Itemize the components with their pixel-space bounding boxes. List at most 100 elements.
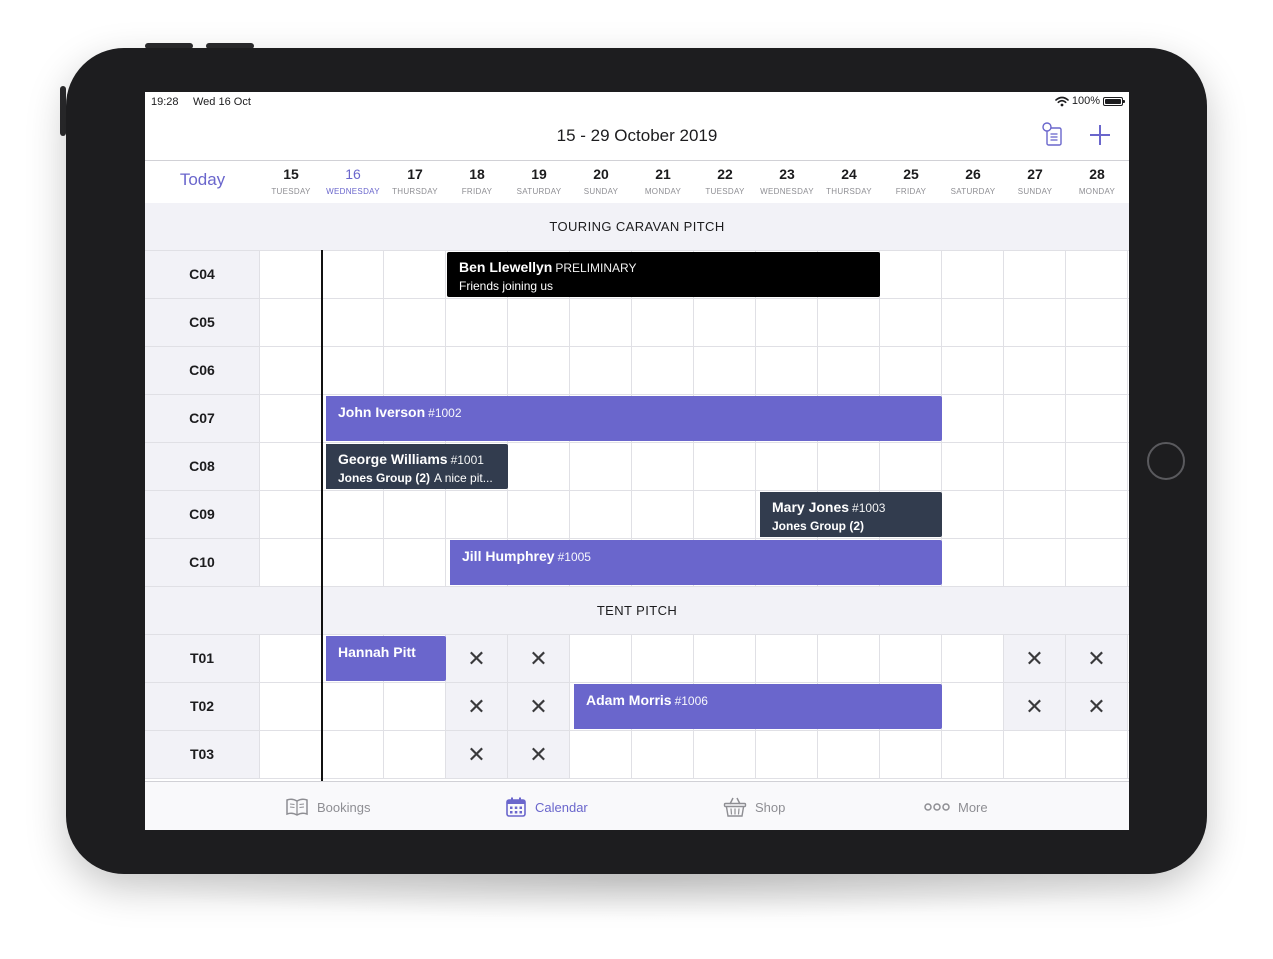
day-cell[interactable] [508, 347, 570, 394]
day-column-header[interactable]: 21 MONDAY [632, 161, 694, 203]
day-cell[interactable] [942, 635, 1004, 682]
day-cell[interactable] [446, 299, 508, 346]
day-cell[interactable] [1066, 443, 1128, 490]
day-cell[interactable] [260, 395, 322, 442]
booking-block[interactable]: Adam Morris #1006 [571, 684, 942, 729]
day-column-header[interactable]: 27 SUNDAY [1004, 161, 1066, 203]
day-cell[interactable] [260, 443, 322, 490]
day-cell[interactable] [818, 299, 880, 346]
day-cell[interactable] [942, 539, 1004, 586]
day-cell[interactable] [322, 251, 384, 298]
day-cell[interactable] [1004, 395, 1066, 442]
day-cell[interactable] [756, 731, 818, 778]
day-cell[interactable] [322, 299, 384, 346]
day-cell[interactable] [1004, 539, 1066, 586]
day-cell[interactable] [1004, 443, 1066, 490]
day-cell[interactable] [570, 443, 632, 490]
day-cell[interactable] [942, 731, 1004, 778]
day-column-header[interactable]: 26 SATURDAY [942, 161, 1004, 203]
day-cell[interactable] [570, 731, 632, 778]
day-cell[interactable] [632, 443, 694, 490]
pitch-label[interactable]: C09 [145, 491, 260, 538]
pitch-label[interactable]: C04 [145, 251, 260, 298]
day-cell[interactable] [818, 731, 880, 778]
booking-block[interactable]: Ben Llewellyn PRELIMINARY Friends joining … [447, 252, 880, 297]
day-column-header[interactable]: 18 FRIDAY [446, 161, 508, 203]
tab-more[interactable]: More [924, 795, 988, 819]
day-cell[interactable] [632, 299, 694, 346]
day-cell[interactable] [1004, 491, 1066, 538]
day-cell[interactable] [756, 635, 818, 682]
day-cell[interactable] [694, 635, 756, 682]
day-column-header[interactable]: 17 THURSDAY [384, 161, 446, 203]
day-cell[interactable] [694, 299, 756, 346]
day-cell[interactable] [818, 635, 880, 682]
day-cell[interactable] [1004, 251, 1066, 298]
booking-block[interactable]: Jill Humphrey #1005 [447, 540, 942, 585]
day-cell[interactable] [570, 299, 632, 346]
day-cell[interactable] [384, 251, 446, 298]
day-cell[interactable] [694, 443, 756, 490]
add-booking-button[interactable] [1087, 122, 1113, 148]
day-cell[interactable] [880, 731, 942, 778]
day-cell[interactable] [1004, 731, 1066, 778]
day-cell[interactable] [880, 635, 942, 682]
day-cell[interactable] [384, 299, 446, 346]
day-cell[interactable] [694, 347, 756, 394]
day-cell[interactable] [322, 347, 384, 394]
day-cell[interactable] [322, 683, 384, 730]
pitch-label[interactable]: T03 [145, 731, 260, 778]
day-cell[interactable] [260, 299, 322, 346]
day-column-header[interactable]: 16 WEDNESDAY [322, 161, 384, 203]
day-cell[interactable] [260, 539, 322, 586]
day-cell[interactable] [632, 491, 694, 538]
day-cell[interactable] [1004, 299, 1066, 346]
day-cell[interactable] [384, 491, 446, 538]
day-cell[interactable] [570, 635, 632, 682]
pitch-label[interactable]: T01 [145, 635, 260, 682]
day-cell[interactable] [508, 443, 570, 490]
day-cell[interactable] [384, 347, 446, 394]
day-cell[interactable] [1066, 299, 1128, 346]
day-cell[interactable] [632, 347, 694, 394]
day-column-header[interactable]: 28 MONDAY [1066, 161, 1128, 203]
day-cell[interactable] [384, 731, 446, 778]
day-cell[interactable] [694, 491, 756, 538]
day-column-header[interactable]: 19 SATURDAY [508, 161, 570, 203]
day-cell[interactable] [942, 395, 1004, 442]
day-cell[interactable] [694, 731, 756, 778]
day-cell[interactable] [384, 683, 446, 730]
day-cell[interactable] [632, 635, 694, 682]
day-cell[interactable] [446, 347, 508, 394]
booking-block[interactable]: George Williams #1001 Jones Group (2) A nic… [323, 444, 508, 489]
day-cell[interactable] [1066, 251, 1128, 298]
booking-block[interactable]: John Iverson #1002 [323, 396, 942, 441]
day-cell[interactable] [1066, 395, 1128, 442]
day-cell[interactable] [570, 347, 632, 394]
day-cell[interactable] [818, 347, 880, 394]
home-button[interactable] [1147, 442, 1185, 480]
day-cell[interactable] [756, 347, 818, 394]
day-cell[interactable] [880, 347, 942, 394]
day-cell[interactable] [1066, 539, 1128, 586]
tab-bookings[interactable]: Bookings [285, 795, 370, 819]
day-column-header[interactable]: 24 THURSDAY [818, 161, 880, 203]
day-cell[interactable] [384, 539, 446, 586]
day-cell[interactable] [570, 491, 632, 538]
day-cell[interactable] [756, 299, 818, 346]
day-cell[interactable] [880, 251, 942, 298]
day-cell[interactable] [260, 635, 322, 682]
tab-shop[interactable]: Shop [723, 795, 785, 819]
day-cell[interactable] [942, 443, 1004, 490]
pitch-label[interactable]: C05 [145, 299, 260, 346]
booking-block[interactable]: Hannah Pitt [323, 636, 446, 681]
pitch-label[interactable]: C10 [145, 539, 260, 586]
day-cell[interactable] [260, 731, 322, 778]
day-column-header[interactable]: 20 SUNDAY [570, 161, 632, 203]
day-cell[interactable] [1066, 491, 1128, 538]
day-column-header[interactable]: 15 TUESDAY [260, 161, 322, 203]
day-cell[interactable] [880, 299, 942, 346]
day-cell[interactable] [446, 491, 508, 538]
pitch-label[interactable]: C07 [145, 395, 260, 442]
day-cell[interactable] [508, 299, 570, 346]
